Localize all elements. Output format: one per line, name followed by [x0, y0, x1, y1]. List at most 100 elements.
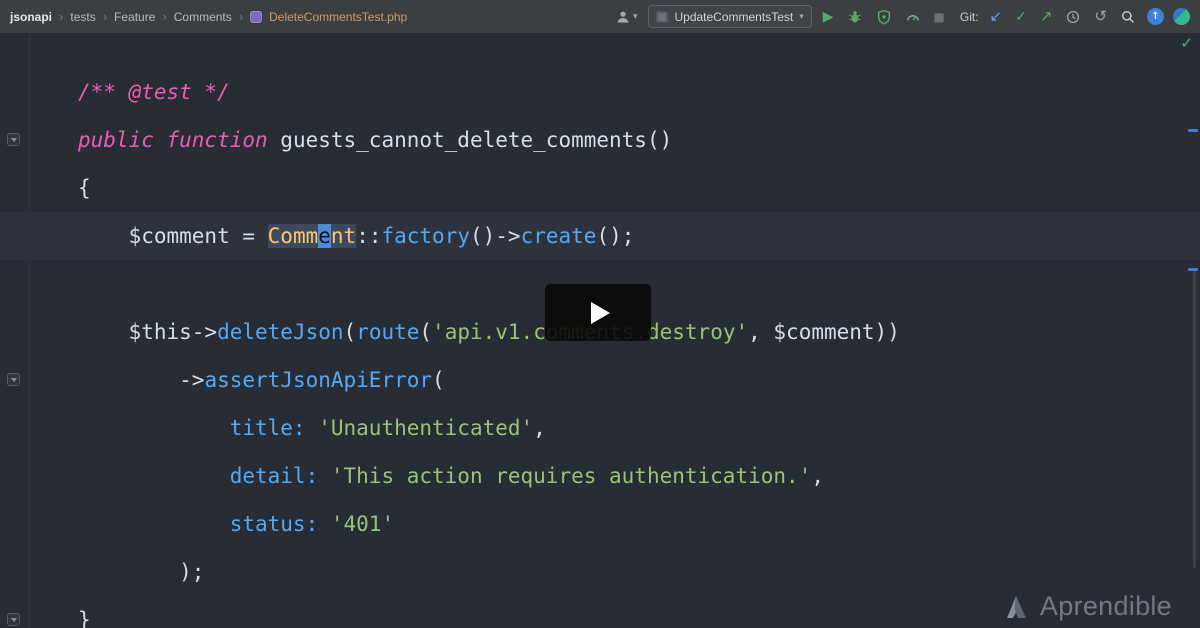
search-everywhere-button[interactable]	[1118, 7, 1138, 27]
code-token: 'This action requires authentication.'	[330, 464, 812, 488]
run-button[interactable]: ▶	[821, 8, 836, 26]
play-icon: ▶	[822, 8, 834, 25]
git-history-button[interactable]	[1063, 7, 1083, 27]
toolbar-right-group: ▾ UpdateCommentsTest ▾ ▶ ■ Git: ↙ ✓ ↗ ↺ …	[613, 5, 1190, 28]
code-line[interactable]: detail: 'This action requires authentica…	[0, 452, 1200, 500]
breadcrumb: jsonapi › tests › Feature › Comments › D…	[10, 9, 407, 24]
code-token: factory	[381, 224, 470, 248]
scrollbar-occurrence-marker[interactable]	[1188, 129, 1198, 132]
play-icon	[590, 301, 610, 324]
code-token: /** @test */	[78, 80, 230, 104]
scrollbar-occurrence-marker[interactable]	[1188, 268, 1198, 271]
profiler-button[interactable]	[903, 7, 923, 27]
run-with-coverage-button[interactable]	[874, 7, 894, 27]
clock-icon	[1067, 10, 1080, 23]
fold-marker-icon[interactable]	[7, 373, 20, 386]
git-commit-button[interactable]: ✓	[1013, 8, 1029, 26]
debug-button[interactable]	[845, 7, 865, 27]
code-token: );	[78, 560, 205, 584]
breadcrumb-item-feature[interactable]: Feature	[114, 10, 155, 24]
chevron-down-icon: ▾	[632, 11, 638, 22]
git-rollback-button[interactable]: ↺	[1092, 7, 1109, 26]
code-token: ->	[78, 368, 205, 392]
code-token: ()->	[470, 224, 521, 248]
git-update-button[interactable]: ↙	[988, 7, 1005, 26]
php-file-icon	[250, 10, 263, 23]
coverage-shield-icon	[877, 9, 890, 25]
code-token: ();	[596, 224, 635, 248]
code-line[interactable]: status: '401'	[0, 500, 1200, 548]
code-token: 'Unauthenticated'	[318, 416, 534, 440]
fold-marker-icon[interactable]	[7, 613, 20, 626]
code-token: $comment =	[78, 224, 268, 248]
code-token: guests_cannot_delete_comments	[280, 128, 647, 152]
stop-button[interactable]: ■	[932, 9, 947, 25]
notification-badge[interactable]: ↑	[1147, 8, 1164, 25]
code-line[interactable]: /** @test */	[0, 68, 1200, 116]
code-token: nt	[330, 224, 357, 248]
code-line[interactable]: ->assertJsonApiError(	[0, 356, 1200, 404]
code-line[interactable]: title: 'Unauthenticated',	[0, 404, 1200, 452]
run-config-label: UpdateCommentsTest	[674, 9, 794, 24]
code-token: ,	[811, 464, 824, 488]
code-token: assertJsonApiError	[204, 368, 433, 392]
code-line[interactable]: public function guests_cannot_delete_com…	[0, 116, 1200, 164]
code-token: {	[78, 176, 91, 200]
code-token: ::	[356, 224, 382, 248]
code-token: status:	[229, 512, 331, 536]
fold-marker-icon[interactable]	[7, 133, 20, 146]
breadcrumb-item-tests[interactable]: tests	[70, 10, 95, 24]
code-token: (	[419, 320, 433, 344]
code-line[interactable]: {	[0, 164, 1200, 212]
breadcrumb-project[interactable]: jsonapi	[10, 10, 52, 24]
chevron-right-icon: ›	[238, 9, 244, 24]
code-token: route	[356, 320, 420, 344]
ide-window: jsonapi › tests › Feature › Comments › D…	[0, 0, 1200, 628]
code-token: detail:	[229, 464, 331, 488]
code-token: $this->	[78, 320, 218, 344]
code-token: e	[318, 224, 331, 248]
watermark-text: Aprendible	[1039, 591, 1172, 621]
code-token: ()	[646, 128, 673, 152]
breadcrumb-item-comments[interactable]: Comments	[174, 10, 232, 24]
breadcrumb-file[interactable]: DeleteCommentsTest.php	[269, 10, 407, 24]
code-line[interactable]: $comment = Comment::factory()->create();	[0, 212, 1200, 260]
aprendible-logo-icon	[1006, 595, 1026, 618]
code-token: , $comment))	[748, 320, 900, 344]
run-configuration-select[interactable]: UpdateCommentsTest ▾	[648, 5, 812, 28]
arrow-down-left-icon: ↙	[989, 7, 1003, 25]
code-token: ,	[533, 416, 546, 440]
user-icon	[617, 11, 629, 22]
bug-icon	[848, 10, 861, 22]
main-toolbar: jsonapi › tests › Feature › Comments › D…	[0, 0, 1200, 34]
user-account-button[interactable]: ▾	[613, 7, 640, 27]
code-token: public function	[78, 128, 281, 152]
rollback-icon: ↺	[1094, 7, 1107, 25]
inspections-ok-icon: ✓	[1180, 34, 1193, 52]
chevron-right-icon: ›	[59, 9, 64, 24]
search-icon	[1121, 10, 1134, 23]
code-token: (	[343, 320, 357, 344]
plugin-status-icon[interactable]	[1173, 8, 1190, 25]
chevron-down-icon: ▾	[799, 11, 804, 22]
chevron-right-icon: ›	[102, 9, 108, 24]
arrow-up-right-icon: ↗	[1039, 7, 1053, 25]
code-token: create	[520, 224, 597, 248]
code-line[interactable]: );	[0, 548, 1200, 596]
code-token: title:	[229, 416, 319, 440]
git-push-button[interactable]: ↗	[1038, 7, 1055, 26]
video-play-button[interactable]	[545, 284, 651, 341]
code-token: Comm	[267, 224, 319, 248]
watermark: Aprendible	[1001, 591, 1172, 622]
chevron-right-icon: ›	[162, 9, 167, 24]
code-token: deleteJson	[217, 320, 344, 344]
run-config-icon	[656, 10, 669, 23]
stop-icon: ■	[933, 9, 945, 24]
git-label: Git:	[959, 9, 979, 24]
gauge-icon	[906, 14, 919, 21]
editor-scrollbar[interactable]	[1193, 268, 1196, 568]
code-token: (	[432, 368, 445, 392]
